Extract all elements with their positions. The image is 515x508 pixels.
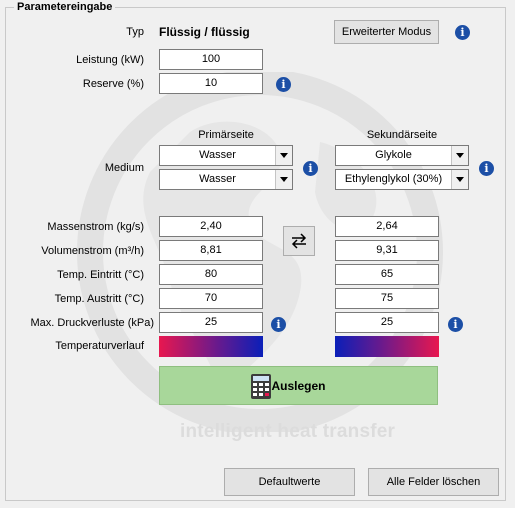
druckverluste-label: Max. Druckverluste (kPa) <box>30 317 154 329</box>
primary-medium-value: Wasser <box>199 149 236 161</box>
temp-eintritt-label: Temp. Eintritt (°C) <box>57 269 144 281</box>
druckverluste-secondary-info-icon[interactable]: i <box>448 317 463 332</box>
reserve-info-icon[interactable]: i <box>276 77 291 92</box>
secondary-medium-type-select[interactable]: Ethylenglykol (30%) <box>335 169 469 190</box>
swap-button[interactable] <box>283 226 315 256</box>
temp-austritt-primary-input[interactable]: 70 <box>159 288 263 309</box>
calculate-button-label: Auslegen <box>271 379 326 393</box>
secondary-medium-type-value: Ethylenglykol (30%) <box>344 173 443 185</box>
temp-eintritt-primary-input[interactable]: 80 <box>159 264 263 285</box>
leistung-label: Leistung (kW) <box>76 54 144 66</box>
section-title: Parametereingabe <box>14 1 116 13</box>
temp-austritt-secondary-input[interactable]: 75 <box>335 288 439 309</box>
reserve-label: Reserve (%) <box>82 78 144 90</box>
secondary-medium-info-icon[interactable]: i <box>479 161 494 176</box>
secondary-medium-value: Glykole <box>375 149 412 161</box>
default-values-button[interactable]: Defaultwerte <box>224 468 355 496</box>
primary-medium-type-value: Wasser <box>199 173 236 185</box>
leistung-input[interactable]: 100 <box>159 49 263 70</box>
massenstrom-secondary-input[interactable]: 2,64 <box>335 216 439 237</box>
secondary-medium-select[interactable]: Glykole <box>335 145 469 166</box>
primary-side-header: Primärseite <box>198 129 254 141</box>
info-icon[interactable]: i <box>455 25 470 40</box>
primary-medium-select[interactable]: Wasser <box>159 145 293 166</box>
primary-medium-type-select[interactable]: Wasser <box>159 169 293 190</box>
massenstrom-label: Massenstrom (kg/s) <box>47 221 144 233</box>
druckverluste-secondary-input[interactable]: 25 <box>335 312 439 333</box>
druckverluste-primary-input[interactable]: 25 <box>159 312 263 333</box>
extended-mode-button[interactable]: Erweiterter Modus <box>334 20 439 44</box>
temp-austritt-label: Temp. Austritt (°C) <box>54 293 144 305</box>
calculate-button[interactable]: Auslegen <box>159 366 438 405</box>
chevron-down-icon[interactable] <box>451 146 468 165</box>
reserve-input[interactable]: 10 <box>159 73 263 94</box>
temperaturverlauf-label: Temperaturverlauf <box>55 340 144 352</box>
chevron-down-icon[interactable] <box>275 170 292 189</box>
massenstrom-primary-input[interactable]: 2,40 <box>159 216 263 237</box>
druckverluste-primary-info-icon[interactable]: i <box>271 317 286 332</box>
volumenstrom-label: Volumenstrom (m³/h) <box>41 245 144 257</box>
swap-arrows-icon <box>291 233 307 249</box>
primary-temperature-gradient <box>159 336 263 357</box>
secondary-side-header: Sekundärseite <box>366 129 438 141</box>
primary-medium-info-icon[interactable]: i <box>303 161 318 176</box>
clear-all-fields-button[interactable]: Alle Felder löschen <box>368 468 499 496</box>
chevron-down-icon[interactable] <box>275 146 292 165</box>
secondary-temperature-gradient <box>335 336 439 357</box>
chevron-down-icon[interactable] <box>451 170 468 189</box>
typ-value: Flüssig / flüssig <box>159 25 250 39</box>
watermark-text: intelligent heat transfer <box>180 421 396 442</box>
volumenstrom-primary-input[interactable]: 8,81 <box>159 240 263 261</box>
volumenstrom-secondary-input[interactable]: 9,31 <box>335 240 439 261</box>
typ-label: Typ <box>126 26 144 38</box>
medium-label: Medium <box>104 162 144 174</box>
temp-eintritt-secondary-input[interactable]: 65 <box>335 264 439 285</box>
